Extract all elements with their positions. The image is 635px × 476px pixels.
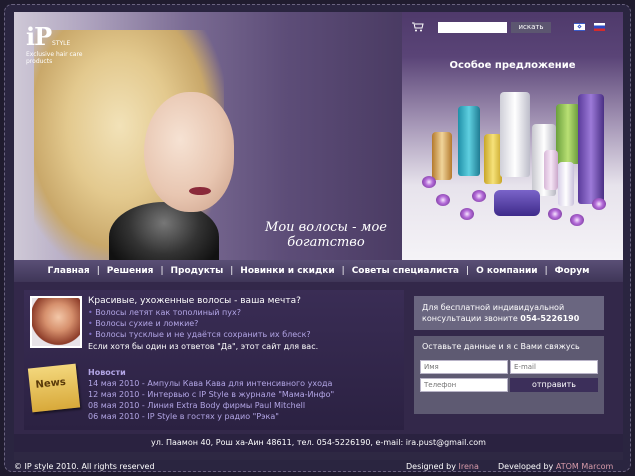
bullet-icon: •	[88, 308, 93, 317]
main-nav: Главная | Решения | Продукты | Новинки и…	[14, 260, 623, 282]
specialist-avatar	[30, 296, 82, 348]
nav-item-about[interactable]: О компании	[469, 266, 545, 276]
intro-cta: Если хотя бы один из ответов "Да", этот …	[88, 342, 319, 351]
promo-title[interactable]: Особое предложение	[402, 60, 623, 71]
nav-item-home[interactable]: Главная	[41, 266, 97, 276]
product-bottle	[544, 150, 558, 190]
news-item[interactable]: 12 мая 2010 - Интервью с IP Style в журн…	[88, 390, 334, 399]
designed-by: Designed by Irena	[406, 462, 479, 471]
orchid-flower	[472, 190, 486, 202]
search-input[interactable]	[438, 22, 507, 33]
intro-question-3[interactable]: • Волосы тусклые и не удаётся сохранить …	[88, 330, 311, 339]
phone-field[interactable]	[420, 378, 508, 392]
copyright: © IP style 2010. All rights reserved	[14, 462, 155, 471]
product-bottle	[558, 162, 574, 206]
nav-item-expert-tips[interactable]: Советы специалиста	[345, 266, 466, 276]
product-bottle	[500, 92, 530, 177]
product-bottle	[458, 106, 480, 176]
news-item[interactable]: 08 мая 2010 - Линия Extra Body фирмы Pau…	[88, 401, 305, 410]
consultation-panel: Для бесплатной индивидуальной консультац…	[414, 296, 604, 330]
nav-item-solutions[interactable]: Решения	[100, 266, 161, 276]
intro-question-text: Волосы тусклые и не удаётся сохранить их…	[95, 330, 311, 339]
name-field[interactable]	[420, 360, 508, 374]
page: iP STYLE Exclusive hair care products Мо…	[14, 12, 623, 460]
intro-news-box: Красивые, ухоженные волосы - ваша мечта?…	[24, 290, 404, 430]
footer: © IP style 2010. All rights reserved Des…	[14, 460, 623, 472]
developer-link[interactable]: ATOM Marcom	[556, 462, 613, 471]
cart-icon[interactable]	[412, 22, 424, 32]
orchid-flower	[460, 208, 474, 220]
orchid-flower	[570, 214, 584, 226]
bullet-icon: •	[88, 319, 93, 328]
news-title[interactable]: Новости	[88, 368, 126, 377]
news-item[interactable]: 06 мая 2010 - IP Style в гостях у радио …	[88, 412, 279, 421]
product-jar	[494, 190, 540, 216]
consultation-phone: 054-5226190	[520, 314, 580, 323]
intro-question-text: Волосы летят как тополиный пух?	[95, 308, 241, 317]
news-item[interactable]: 14 мая 2010 - Ампулы Кава Кава для интен…	[88, 379, 332, 388]
developed-by: Developed by ATOM Marcom	[498, 462, 613, 471]
logo[interactable]: iP STYLE Exclusive hair care products	[26, 22, 96, 65]
intro-question-1[interactable]: • Волосы летят как тополиный пух?	[88, 308, 241, 317]
orchid-flower	[436, 194, 450, 206]
logo-style: STYLE	[52, 40, 71, 47]
hero-banner: iP STYLE Exclusive hair care products Мо…	[14, 12, 402, 260]
orchid-flower	[548, 208, 562, 220]
news-note-icon: News	[27, 363, 81, 413]
contact-form: Оставьте данные и я с Вами свяжусь отпра…	[414, 336, 604, 414]
promo-panel: искать Особое предложение	[402, 12, 623, 260]
orchid-flower	[592, 198, 606, 210]
contact-address: ул. Паамон 40, Рош ха-Аин 48611, тел. 05…	[14, 434, 623, 452]
orchid-flower	[422, 176, 436, 188]
product-bottle	[556, 104, 580, 164]
hero-slogan: Мои волосы - мое богатство	[265, 220, 387, 250]
hero-face-image	[144, 92, 234, 212]
designer-link[interactable]: Irena	[459, 462, 479, 471]
bullet-icon: •	[88, 330, 93, 339]
logo-tagline: Exclusive hair care products	[26, 51, 83, 65]
hero-lips-image	[189, 187, 211, 195]
news-icon-label: News	[35, 376, 67, 391]
send-button[interactable]: отправить	[510, 378, 598, 392]
email-field[interactable]	[510, 360, 598, 374]
top-toolbar: искать	[402, 20, 623, 36]
intro-question-2[interactable]: • Волосы сухие и ломкие?	[88, 319, 198, 328]
flag-russian-icon[interactable]	[594, 23, 605, 31]
intro-title: Красивые, ухоженные волосы - ваша мечта?	[88, 296, 301, 306]
search-button[interactable]: искать	[511, 22, 551, 33]
nav-item-products[interactable]: Продукты	[163, 266, 230, 276]
intro-question-text: Волосы сухие и ломкие?	[95, 319, 199, 328]
product-bottle	[578, 94, 604, 204]
nav-item-forum[interactable]: Форум	[548, 266, 597, 276]
developed-by-label: Developed by	[498, 462, 554, 471]
contact-form-title: Оставьте данные и я с Вами свяжусь	[422, 342, 580, 351]
designed-by-label: Designed by	[406, 462, 456, 471]
nav-item-news-discounts[interactable]: Новинки и скидки	[233, 266, 341, 276]
main-content: Красивые, ухоженные волосы - ваша мечта?…	[14, 282, 623, 434]
product-bottle	[432, 132, 452, 180]
flag-hebrew-icon[interactable]	[574, 23, 585, 31]
